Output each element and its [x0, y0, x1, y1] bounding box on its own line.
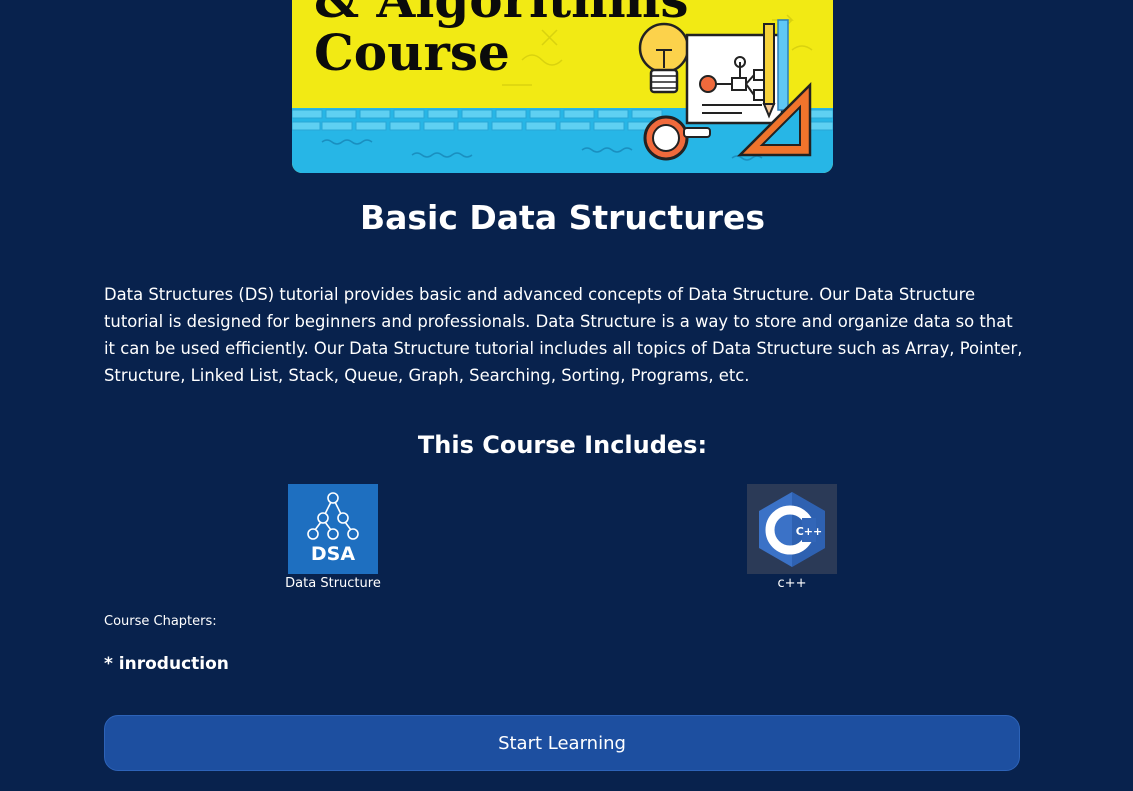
feature-caption: Data Structure: [285, 576, 381, 591]
course-banner-image: & Algorithms Course: [292, 0, 833, 173]
course-description: Data Structures (DS) tutorial provides b…: [104, 285, 1023, 385]
feature-cpp: C++ c++: [727, 484, 857, 592]
dsa-icon: DSA: [288, 484, 378, 574]
start-learning-button[interactable]: Start Learning: [104, 715, 1020, 771]
feature-caption: c++: [777, 576, 807, 591]
chapters-label: Course Chapters:: [104, 614, 217, 629]
course-page: & Algorithms Course Basic Data Structure…: [0, 0, 1133, 791]
banner-title-line: Course: [314, 23, 510, 82]
cpp-badge-text: C++: [796, 525, 823, 538]
chapter-item[interactable]: * inroduction: [104, 654, 229, 674]
cpp-icon: C++: [747, 484, 837, 574]
includes-heading: This Course Includes:: [417, 431, 708, 459]
feature-data-structure: DSA Data Structure: [268, 484, 398, 592]
dsa-badge-text: DSA: [311, 543, 355, 565]
course-title: Basic Data Structures: [359, 198, 766, 237]
banner-title-line: & Algorithms: [314, 0, 689, 25]
